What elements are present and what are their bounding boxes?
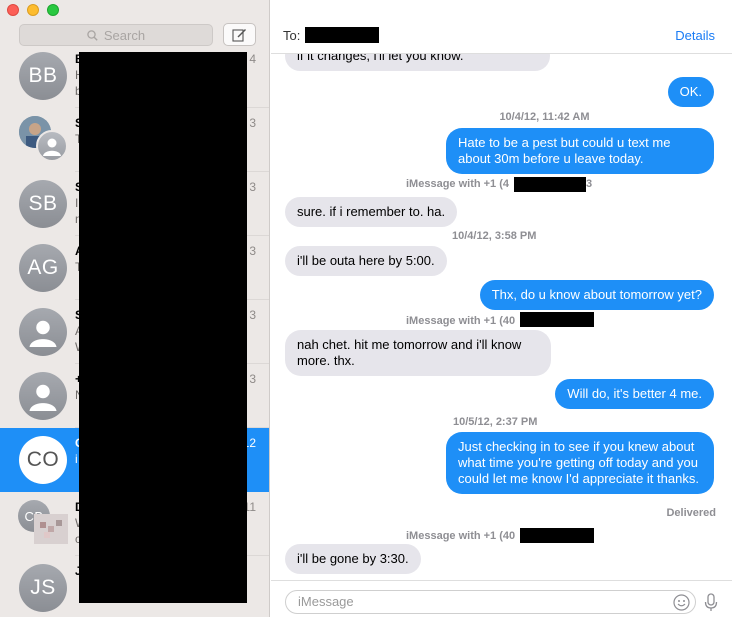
timestamp: 10/5/12, 2:37 PM — [453, 416, 538, 428]
window-controls — [7, 4, 59, 16]
search-icon — [87, 29, 98, 41]
details-button[interactable]: Details — [675, 28, 715, 43]
service-label-text: iMessage with +1 (4 — [406, 178, 510, 190]
timestamp: 10/4/12, 11:42 AM — [499, 111, 590, 123]
service-label: iMessage with +1 (4 — [406, 178, 509, 190]
message-date: 3 — [249, 372, 256, 386]
search-input[interactable]: Search — [19, 24, 213, 46]
timestamp: 10/4/12, 3:58 PM — [452, 230, 537, 242]
received-message: nah chet. hit me tomorrow and i'll know … — [285, 330, 551, 376]
sent-message: Thx, do u know about tomorrow yet? — [479, 280, 714, 310]
minimize-window-button[interactable] — [27, 4, 39, 16]
received-message: sure. if i remember to. ha. — [285, 197, 458, 227]
phone-redaction — [514, 177, 586, 192]
person-silhouette-icon — [19, 308, 67, 356]
contact-photo — [34, 514, 68, 544]
redaction-block — [79, 52, 247, 603]
message-date: 4 — [249, 52, 256, 66]
close-window-button[interactable] — [7, 4, 19, 16]
phone-redaction — [520, 528, 594, 543]
search-placeholder: Search — [103, 27, 146, 43]
compose-button[interactable] — [223, 23, 256, 46]
zoom-window-button[interactable] — [47, 4, 59, 16]
sent-message: Hate to be a pest but could u text me ab… — [446, 128, 714, 174]
message-date: 3 — [249, 180, 256, 194]
avatar: BB — [19, 52, 67, 100]
message-preview: i — [75, 452, 78, 466]
message-date: 3 — [249, 244, 256, 258]
phone-redaction — [520, 312, 594, 327]
received-message: i'll be gone by 3:30. — [285, 544, 421, 574]
avatar: AG — [19, 244, 67, 292]
message-preview: I — [75, 196, 79, 210]
compose-bar: iMessage — [271, 580, 732, 617]
recipient-redaction — [305, 27, 379, 43]
compose-icon — [232, 28, 246, 42]
received-message: if it changes, i'll let you know. — [285, 54, 550, 71]
sent-message: Will do, it's better 4 me. — [555, 379, 714, 409]
message-date: 3 — [249, 308, 256, 322]
service-label-suffix: 3 — [586, 178, 593, 190]
sent-message: OK. — [667, 77, 714, 107]
avatar: JS — [19, 564, 67, 612]
message-transcript: if it changes, i'll let you know. OK. 10… — [271, 54, 732, 580]
sent-message: Just checking in to see if you knew abou… — [446, 432, 714, 494]
conversation-header: To: Details — [271, 0, 732, 54]
delivered-status: Delivered — [666, 507, 716, 519]
to-label: To: — [283, 28, 301, 43]
emoji-icon[interactable] — [673, 594, 690, 611]
microphone-icon[interactable] — [704, 593, 718, 612]
conversation-sidebar: Search BB B H b 4 S T 3 — [0, 0, 270, 617]
message-date: 3 — [249, 116, 256, 130]
service-label: iMessage with +1 (40 — [406, 530, 516, 542]
message-input[interactable]: iMessage — [285, 590, 696, 614]
avatar: CO — [19, 436, 67, 484]
person-silhouette-icon — [36, 130, 68, 162]
service-label: iMessage with +1 (40 — [406, 315, 516, 327]
received-message: i'll be outa here by 5:00. — [285, 246, 447, 276]
avatar: SB — [19, 180, 67, 228]
person-silhouette-icon — [19, 372, 67, 420]
